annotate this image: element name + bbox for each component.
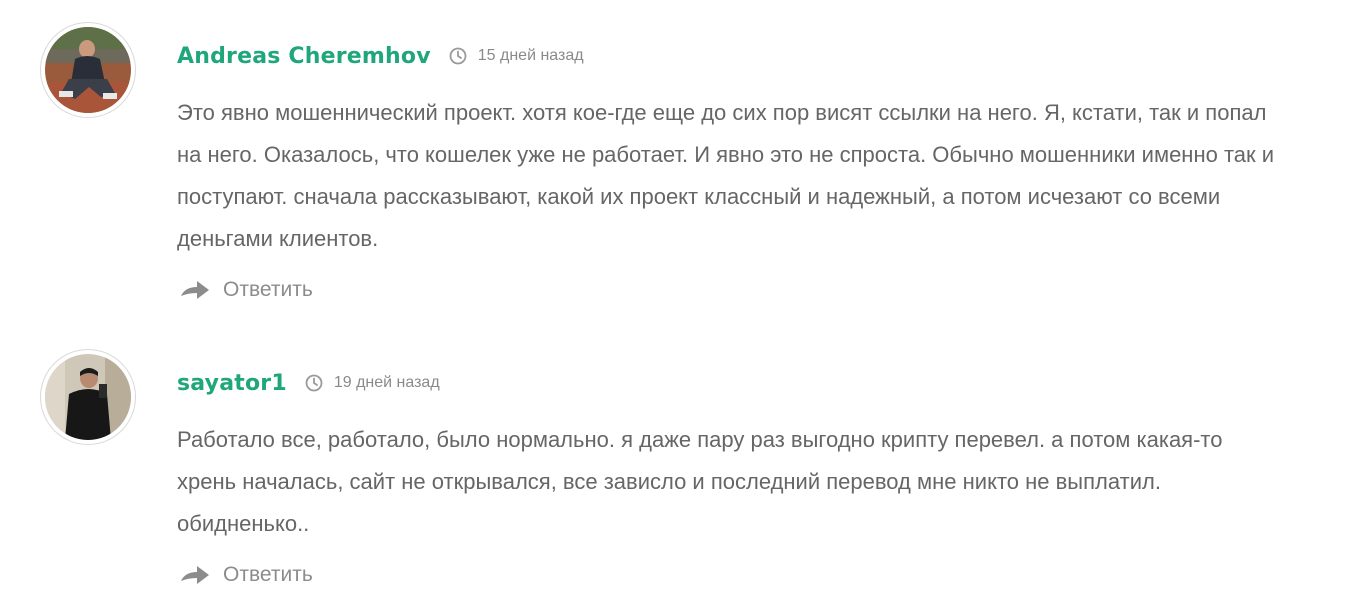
comment-time[interactable]: 15 дней назад: [478, 47, 584, 65]
comment-time[interactable]: 19 дней назад: [334, 374, 440, 392]
reply-arrow-icon: [181, 281, 209, 299]
comment-author[interactable]: Andreas Cheremhov: [177, 44, 431, 69]
avatar[interactable]: [40, 349, 136, 445]
comment-meta: Andreas Cheremhov 15 дней назад: [177, 40, 584, 72]
comment-text: Это явно мошеннический проект. хотя кое-…: [177, 100, 1275, 251]
avatar-image: [45, 354, 131, 440]
reply-button[interactable]: Ответить: [179, 560, 313, 590]
comments-list: Andreas Cheremhov 15 дней назад Это явно…: [0, 0, 1358, 600]
avatar-image: [45, 27, 131, 113]
clock-icon: [305, 374, 323, 392]
reply-label: Ответить: [223, 278, 313, 301]
comment-text: Работало все, работало, было нормально. …: [177, 427, 1223, 536]
avatar[interactable]: [40, 22, 136, 118]
reply-arrow-icon: [181, 566, 209, 584]
reply-label: Ответить: [223, 563, 313, 586]
reply-button[interactable]: Ответить: [179, 275, 313, 305]
comment-meta: sayator1 19 дней назад: [177, 367, 440, 399]
comment-author[interactable]: sayator1: [177, 371, 287, 396]
clock-icon: [449, 47, 467, 65]
